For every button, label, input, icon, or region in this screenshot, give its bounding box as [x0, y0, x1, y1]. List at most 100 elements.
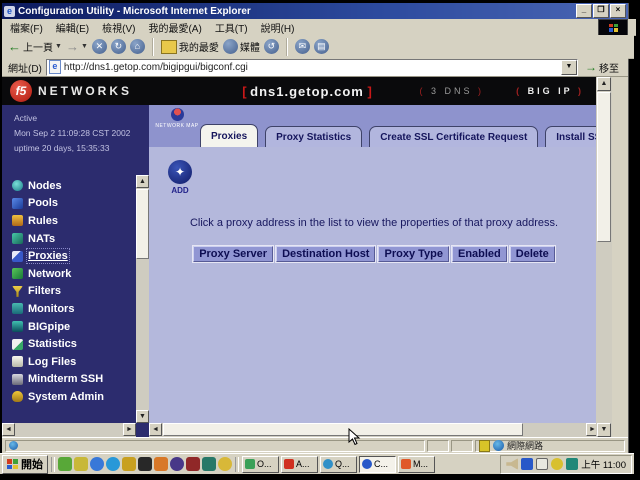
- scroll-up-icon[interactable]: ▲: [136, 175, 149, 188]
- tray-flag-icon[interactable]: [521, 458, 533, 470]
- scrollbar-thumb[interactable]: [136, 189, 149, 259]
- menu-file[interactable]: 檔案(F): [10, 20, 43, 35]
- quicklaunch-icon[interactable]: [106, 457, 120, 471]
- tab-create-ssl-certificate-request[interactable]: Create SSL Certificate Request: [369, 126, 538, 147]
- menu-favorites[interactable]: 我的最愛(A): [148, 20, 201, 35]
- task-buttons: O... A... Q... C... M...: [242, 456, 435, 473]
- column-proxy-server[interactable]: Proxy Server: [193, 246, 273, 262]
- menu-edit[interactable]: 編輯(E): [56, 20, 89, 35]
- sidebar-item-label: Filters: [28, 285, 61, 297]
- sidebar-item-rules[interactable]: Rules: [12, 212, 136, 230]
- stop-icon[interactable]: ✕: [92, 39, 107, 54]
- favorites-label: 我的最愛: [179, 39, 219, 54]
- network-map-button[interactable]: NETWORK MAP: [155, 108, 199, 144]
- menu-tools[interactable]: 工具(T): [215, 20, 248, 35]
- quicklaunch-icon[interactable]: [170, 457, 184, 471]
- tray-yellow-icon[interactable]: [551, 458, 563, 470]
- task-button[interactable]: A...: [281, 456, 318, 473]
- sidebar-horizontal-scrollbar[interactable]: ◄ ►: [2, 423, 136, 437]
- add-icon[interactable]: ✦: [168, 160, 192, 184]
- sidebar-item-pools[interactable]: Pools: [12, 195, 136, 213]
- sidebar-item-logfiles[interactable]: Log Files: [12, 353, 136, 371]
- go-icon: →: [585, 60, 597, 74]
- scroll-down-icon[interactable]: ▼: [597, 423, 611, 437]
- address-input[interactable]: e http://dns1.getop.com/bigipgui/bigconf…: [46, 59, 578, 76]
- media-button[interactable]: 媒體: [223, 39, 260, 54]
- favorites-button[interactable]: 我的最愛: [161, 39, 219, 54]
- windows-start-icon: [7, 459, 18, 469]
- scroll-left-icon[interactable]: ◄: [2, 423, 15, 436]
- forward-button[interactable]: → ▼: [66, 39, 88, 54]
- monitor-icon[interactable]: [536, 458, 548, 470]
- back-dropdown-icon[interactable]: ▼: [55, 43, 62, 50]
- frame-horizontal-scrollbar[interactable]: ◄ ►: [149, 423, 599, 437]
- quicklaunch-icon[interactable]: [202, 457, 216, 471]
- sidebar-item-nodes[interactable]: Nodes: [12, 177, 136, 195]
- task-button[interactable]: M...: [398, 456, 435, 473]
- status-message-pane: [5, 440, 425, 452]
- scroll-left-icon[interactable]: ◄: [149, 423, 162, 436]
- quicklaunch-icon[interactable]: [58, 457, 72, 471]
- menu-view[interactable]: 檢視(V): [102, 20, 135, 35]
- forward-dropdown-icon[interactable]: ▼: [81, 43, 88, 50]
- browser-window: e Configuration Utility - Microsoft Inte…: [2, 3, 629, 453]
- scrollbar-thumb[interactable]: [597, 92, 611, 242]
- back-icon: ←: [8, 39, 21, 54]
- refresh-icon[interactable]: ↻: [111, 39, 126, 54]
- address-dropdown-icon[interactable]: ▼: [561, 60, 577, 75]
- scroll-up-icon[interactable]: ▲: [597, 77, 611, 91]
- volume-icon[interactable]: [506, 458, 518, 470]
- scroll-down-icon[interactable]: ▼: [136, 410, 149, 423]
- sidebar-item-bigpipe[interactable]: BIGpipe: [12, 318, 136, 336]
- mail-icon[interactable]: ✉: [295, 39, 310, 54]
- sidebar-item-filters[interactable]: Filters: [12, 283, 136, 301]
- back-button[interactable]: ← 上一頁 ▼: [8, 39, 62, 54]
- start-button[interactable]: 開始: [2, 455, 48, 474]
- quicklaunch-icon[interactable]: [138, 457, 152, 471]
- sidebar-item-monitors[interactable]: Monitors: [12, 300, 136, 318]
- column-delete[interactable]: Delete: [510, 246, 555, 262]
- sidebar-item-mindterm-ssh[interactable]: Mindterm SSH: [12, 371, 136, 389]
- window-vertical-scrollbar[interactable]: ▲ ▼: [596, 77, 612, 437]
- quicklaunch-icon[interactable]: [74, 457, 88, 471]
- sidebar-item-statistics[interactable]: Statistics: [12, 335, 136, 353]
- sidebar-item-system-admin[interactable]: System Admin: [12, 388, 136, 406]
- go-button[interactable]: → 移至: [582, 60, 622, 75]
- quicklaunch-icon[interactable]: [218, 457, 232, 471]
- quicklaunch-icon[interactable]: [186, 457, 200, 471]
- sidebar-item-proxies[interactable]: Proxies: [12, 247, 136, 265]
- task-button[interactable]: O...: [242, 456, 279, 473]
- task-button[interactable]: Q...: [320, 456, 357, 473]
- quicklaunch-icon[interactable]: [122, 457, 136, 471]
- column-proxy-type[interactable]: Proxy Type: [378, 246, 449, 262]
- maximize-button[interactable]: ❐: [593, 4, 609, 18]
- sidebar-item-nats[interactable]: NATs: [12, 230, 136, 248]
- minimize-button[interactable]: _: [576, 4, 592, 18]
- sidebar-vertical-scrollbar[interactable]: ▲ ▼: [136, 175, 149, 423]
- scroll-right-icon[interactable]: ►: [123, 423, 136, 436]
- tab-proxies[interactable]: Proxies: [200, 124, 258, 147]
- history-icon[interactable]: ↺: [264, 39, 279, 54]
- sidebar-item-label: System Admin: [28, 391, 104, 403]
- scrollbar-thumb[interactable]: [163, 423, 523, 436]
- column-enabled[interactable]: Enabled: [452, 246, 507, 262]
- quicklaunch-icon[interactable]: [90, 457, 104, 471]
- close-button[interactable]: ×: [610, 4, 626, 18]
- home-icon[interactable]: ⌂: [130, 39, 145, 54]
- instruction-text: Click a proxy address in the list to vie…: [149, 217, 599, 229]
- product-bigip-text: BIG IP: [528, 86, 573, 96]
- tab-proxy-statistics[interactable]: Proxy Statistics: [265, 126, 362, 147]
- system-tray: 上午 11:00: [500, 455, 632, 474]
- task-button-active[interactable]: C...: [359, 456, 396, 473]
- menu-help[interactable]: 說明(H): [261, 20, 295, 35]
- column-destination-host[interactable]: Destination Host: [276, 246, 375, 262]
- sidebar-item-network[interactable]: Network: [12, 265, 136, 283]
- network-map-icon: [171, 108, 184, 121]
- add-proxy-control[interactable]: ✦ ADD: [165, 160, 195, 195]
- print-icon[interactable]: ▤: [314, 39, 329, 54]
- mouse-cursor: [347, 428, 361, 446]
- tray-teal-icon[interactable]: [566, 458, 578, 470]
- clock[interactable]: 上午 11:00: [581, 457, 626, 471]
- quicklaunch-icon[interactable]: [154, 457, 168, 471]
- status-pane: [427, 440, 449, 452]
